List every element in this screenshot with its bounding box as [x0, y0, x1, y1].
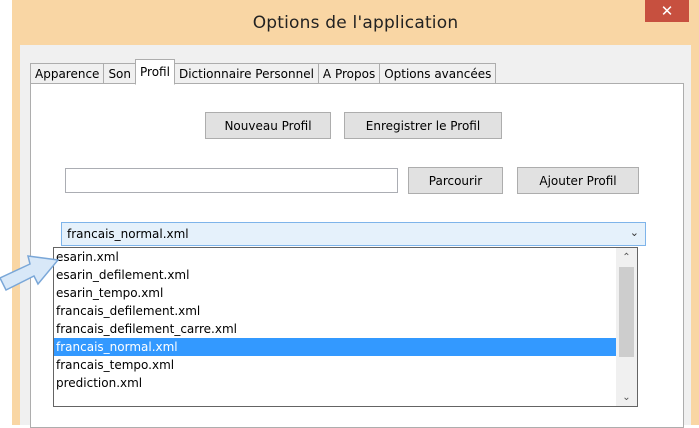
tab-a-propos[interactable]: A Propos — [317, 63, 381, 85]
arrow-pointer-icon — [0, 255, 60, 292]
chevron-up-icon[interactable]: ⌃ — [616, 248, 637, 266]
profile-select-value: francais_normal.xml — [67, 227, 189, 241]
tab-label: Dictionnaire Personnel — [178, 67, 314, 81]
window-title: Options de l'application — [252, 12, 459, 33]
list-item[interactable]: francais_tempo.xml — [54, 356, 637, 374]
button-label: Nouveau Profil — [224, 118, 312, 133]
scrollbar-thumb[interactable] — [619, 267, 634, 357]
browse-button[interactable]: Parcourir — [408, 167, 503, 194]
tab-label: Apparence — [35, 67, 100, 81]
list-item[interactable]: francais_defilement_carre.xml — [54, 320, 637, 338]
button-label: Ajouter Profil — [539, 173, 617, 188]
tab-son[interactable]: Son — [103, 63, 137, 85]
tab-label: Profil — [140, 65, 170, 79]
tab-apparence[interactable]: Apparence — [30, 63, 105, 85]
list-item[interactable]: francais_defilement.xml — [54, 302, 637, 320]
tab-profil[interactable]: Profil — [135, 59, 175, 85]
tab-label: Options avancées — [384, 67, 492, 81]
save-profile-button[interactable]: Enregistrer le Profil — [344, 112, 502, 139]
profile-select[interactable]: francais_normal.xml ⌄ — [61, 222, 646, 246]
chevron-down-icon[interactable]: ⌄ — [630, 226, 639, 239]
tab-strip: Apparence Son Profil Dictionnaire Person… — [30, 59, 497, 85]
chevron-down-icon[interactable]: ⌄ — [616, 388, 637, 406]
button-label: Parcourir — [428, 173, 483, 188]
button-label: Enregistrer le Profil — [365, 118, 481, 133]
profile-dropdown-list: esarin.xml esarin_defilement.xml esarin_… — [53, 247, 638, 407]
tab-label: A Propos — [322, 67, 376, 81]
add-profile-button[interactable]: Ajouter Profil — [517, 167, 639, 194]
new-profile-button[interactable]: Nouveau Profil — [205, 112, 331, 139]
dropdown-scrollbar[interactable]: ⌃ ⌄ — [616, 248, 637, 406]
list-item-selected[interactable]: francais_normal.xml — [54, 338, 616, 356]
tab-options-avancees[interactable]: Options avancées — [379, 63, 497, 85]
list-item[interactable]: esarin_tempo.xml — [54, 284, 637, 302]
close-icon: ✕ — [660, 2, 674, 20]
profile-path-input[interactable] — [65, 168, 398, 193]
list-item[interactable]: esarin_defilement.xml — [54, 266, 637, 284]
tab-label: Son — [108, 67, 132, 81]
tab-dictionnaire[interactable]: Dictionnaire Personnel — [173, 63, 319, 85]
title-bar[interactable]: Options de l'application ✕ — [12, 0, 699, 45]
list-item[interactable]: esarin.xml — [54, 248, 637, 266]
close-button[interactable]: ✕ — [645, 0, 689, 22]
list-item[interactable]: prediction.xml — [54, 374, 637, 392]
